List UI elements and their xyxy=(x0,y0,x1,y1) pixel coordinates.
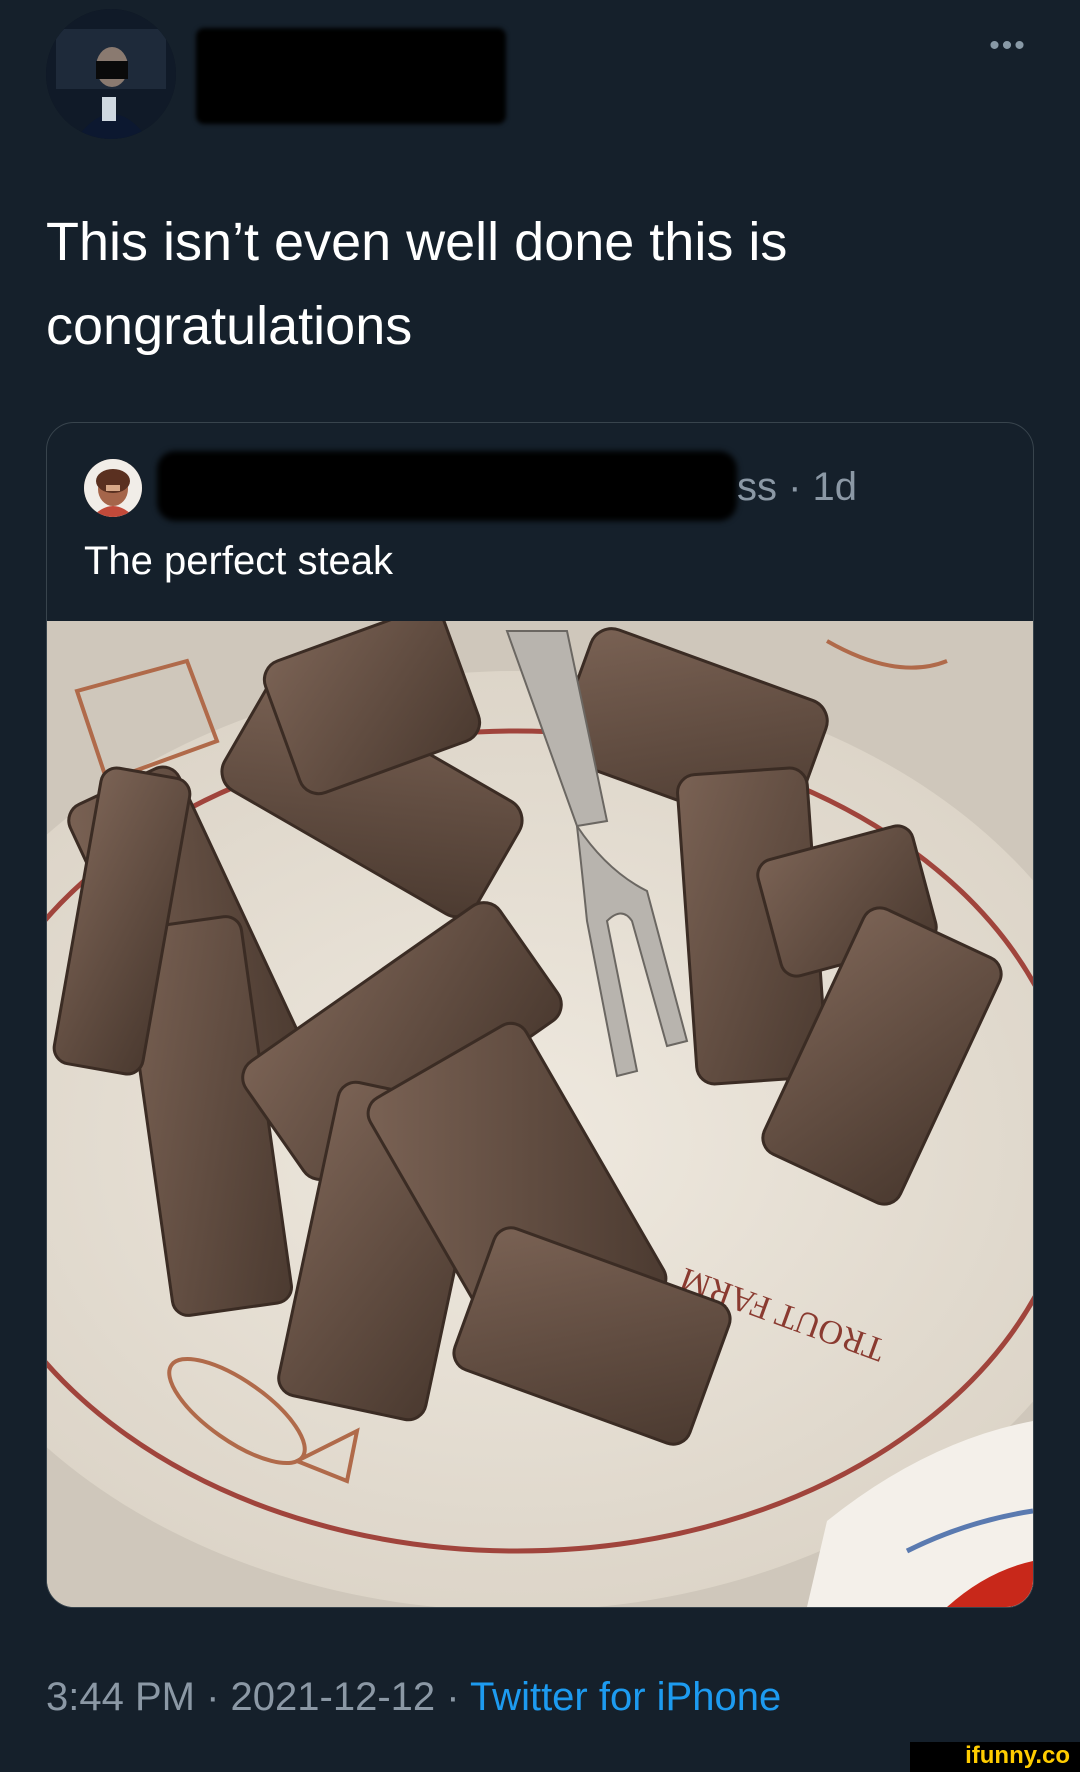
quoted-tweet-text: The perfect steak xyxy=(84,539,394,583)
footer-separator-2: · xyxy=(435,1675,470,1719)
steak-photo[interactable]: TROUT FARM xyxy=(47,606,1033,1607)
tweet-source-link[interactable]: Twitter for iPhone xyxy=(470,1675,781,1719)
quoted-tweet-meta: ss · 1d xyxy=(737,465,858,509)
quoted-author-avatar[interactable] xyxy=(84,459,142,517)
tweet-time: 3:44 PM xyxy=(46,1675,195,1719)
tweet-text-line-2: congratulations xyxy=(46,296,413,356)
redacted-quoted-author-name xyxy=(157,451,737,521)
quoted-tweet-card[interactable]: ss · 1d The perfect steak TROUT FARM xyxy=(46,422,1034,1608)
tweet-text: This isn’t even well done this is congra… xyxy=(46,200,1026,368)
tweet-footer: 3:44 PM · 2021-12-12 · Twitter for iPhon… xyxy=(46,1675,781,1720)
watermark: ifunny.co xyxy=(910,1742,1080,1772)
footer-separator: · xyxy=(194,1675,231,1719)
tweet-date: 2021-12-12 xyxy=(230,1675,436,1719)
tweet-text-line-1: This isn’t even well done this is xyxy=(46,212,788,272)
redacted-author-name xyxy=(196,28,506,124)
more-options-icon[interactable]: ••• xyxy=(985,31,1031,61)
author-avatar[interactable] xyxy=(46,9,176,139)
watermark-text: ifunny.co xyxy=(965,1742,1070,1769)
